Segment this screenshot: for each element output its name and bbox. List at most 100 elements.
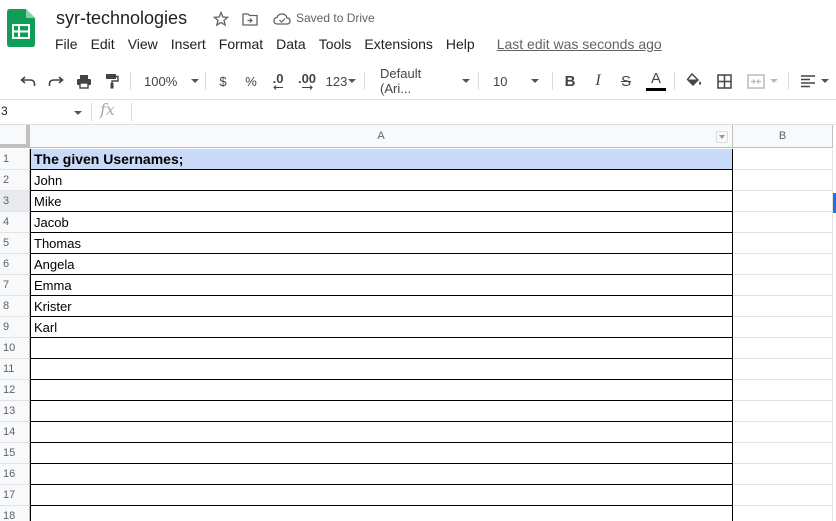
- font-family-value: Default (Ari...: [380, 66, 422, 96]
- font-family-select[interactable]: Default (Ari...: [380, 66, 470, 96]
- menu-edit[interactable]: Edit: [91, 36, 115, 54]
- cell-a10[interactable]: [30, 338, 733, 359]
- undo-icon[interactable]: [18, 70, 38, 92]
- menu-tools[interactable]: Tools: [319, 36, 352, 54]
- menu-help[interactable]: Help: [446, 36, 475, 54]
- cell-a18[interactable]: [30, 506, 733, 521]
- cell-b7[interactable]: [733, 275, 833, 296]
- cell-a1[interactable]: The given Usernames;: [30, 149, 733, 170]
- zoom-select[interactable]: 100%: [144, 70, 200, 92]
- cell-a12[interactable]: [30, 380, 733, 401]
- name-box[interactable]: 3: [0, 104, 86, 122]
- row-header[interactable]: 7: [0, 275, 30, 296]
- row-header[interactable]: 16: [0, 464, 30, 485]
- menu-file[interactable]: File: [55, 36, 78, 54]
- row-header[interactable]: 5: [0, 233, 30, 254]
- cell-a3[interactable]: Mike: [30, 191, 733, 212]
- merge-cells-icon[interactable]: [743, 70, 781, 92]
- row-header[interactable]: 9: [0, 317, 30, 338]
- cell-b3[interactable]: [733, 191, 833, 212]
- cell-a5[interactable]: Thomas: [30, 233, 733, 254]
- row-header[interactable]: 11: [0, 359, 30, 380]
- cell-a17[interactable]: [30, 485, 733, 506]
- cell-a11[interactable]: [30, 359, 733, 380]
- cell-b10[interactable]: [733, 338, 833, 359]
- horizontal-align-icon[interactable]: [798, 70, 830, 92]
- column-header-b[interactable]: B: [733, 125, 833, 148]
- cell-a7[interactable]: Emma: [30, 275, 733, 296]
- increase-decimal-button[interactable]: .00: [295, 70, 319, 92]
- column-header-a[interactable]: A: [30, 125, 733, 148]
- row-header[interactable]: 13: [0, 401, 30, 422]
- paint-format-icon[interactable]: [102, 70, 122, 92]
- print-icon[interactable]: [74, 70, 94, 92]
- decrease-decimal-button[interactable]: .0: [268, 70, 288, 92]
- table-row: 15: [0, 443, 836, 464]
- cell-b11[interactable]: [733, 359, 833, 380]
- cell-b18[interactable]: [733, 506, 833, 521]
- row-header[interactable]: 12: [0, 380, 30, 401]
- select-all-corner[interactable]: [0, 125, 30, 148]
- move-to-folder-icon[interactable]: [240, 9, 260, 29]
- bold-button[interactable]: B: [561, 70, 579, 92]
- sheets-logo-icon[interactable]: [7, 9, 35, 47]
- table-row: 16: [0, 464, 836, 485]
- cell-a15[interactable]: [30, 443, 733, 464]
- menu-view[interactable]: View: [128, 36, 158, 54]
- last-edit-link[interactable]: Last edit was seconds ago: [497, 36, 662, 54]
- row-header[interactable]: 2: [0, 170, 30, 191]
- italic-button[interactable]: I: [589, 70, 607, 92]
- cell-b6[interactable]: [733, 254, 833, 275]
- borders-icon[interactable]: [714, 70, 734, 92]
- cell-b17[interactable]: [733, 485, 833, 506]
- row-header[interactable]: 14: [0, 422, 30, 443]
- cell-b2[interactable]: [733, 170, 833, 191]
- row-header[interactable]: 3: [0, 191, 30, 212]
- cell-a9[interactable]: Karl: [30, 317, 733, 338]
- cell-b4[interactable]: [733, 212, 833, 233]
- column-b-label: B: [778, 130, 787, 142]
- menu-extensions[interactable]: Extensions: [364, 36, 432, 54]
- document-title[interactable]: syr-technologies: [56, 8, 187, 29]
- cell-a4[interactable]: Jacob: [30, 212, 733, 233]
- cell-b5[interactable]: [733, 233, 833, 254]
- cell-b13[interactable]: [733, 401, 833, 422]
- font-size-select[interactable]: 10: [493, 70, 545, 92]
- menu-insert[interactable]: Insert: [171, 36, 206, 54]
- row-header[interactable]: 8: [0, 296, 30, 317]
- fill-color-icon[interactable]: [684, 70, 704, 92]
- row-header[interactable]: 18: [0, 506, 30, 521]
- menu-data[interactable]: Data: [276, 36, 306, 54]
- column-menu-icon[interactable]: [716, 131, 728, 143]
- table-row: 11: [0, 359, 836, 380]
- cell-b8[interactable]: [733, 296, 833, 317]
- more-formats-button[interactable]: 123: [325, 70, 357, 92]
- cell-a6[interactable]: Angela: [30, 254, 733, 275]
- row-header[interactable]: 1: [0, 149, 30, 170]
- cell-a2[interactable]: John: [30, 170, 733, 191]
- formula-input[interactable]: [138, 104, 828, 122]
- cell-a16[interactable]: [30, 464, 733, 485]
- row-header[interactable]: 4: [0, 212, 30, 233]
- row-header[interactable]: 10: [0, 338, 30, 359]
- cell-b14[interactable]: [733, 422, 833, 443]
- currency-format-button[interactable]: $: [215, 70, 231, 92]
- cloud-saved-icon[interactable]: [272, 9, 292, 29]
- redo-icon[interactable]: [46, 70, 66, 92]
- menu-format[interactable]: Format: [219, 36, 263, 54]
- row-header[interactable]: 17: [0, 485, 30, 506]
- percent-format-button[interactable]: %: [242, 70, 260, 92]
- cell-b1[interactable]: [733, 149, 833, 170]
- text-color-button[interactable]: A: [645, 70, 667, 92]
- cell-b15[interactable]: [733, 443, 833, 464]
- cell-a8[interactable]: Krister: [30, 296, 733, 317]
- cell-b12[interactable]: [733, 380, 833, 401]
- cell-a13[interactable]: [30, 401, 733, 422]
- star-icon[interactable]: [211, 9, 231, 29]
- row-header[interactable]: 6: [0, 254, 30, 275]
- strikethrough-button[interactable]: S: [617, 70, 635, 92]
- row-header[interactable]: 15: [0, 443, 30, 464]
- cell-b9[interactable]: [733, 317, 833, 338]
- cell-a14[interactable]: [30, 422, 733, 443]
- cell-b16[interactable]: [733, 464, 833, 485]
